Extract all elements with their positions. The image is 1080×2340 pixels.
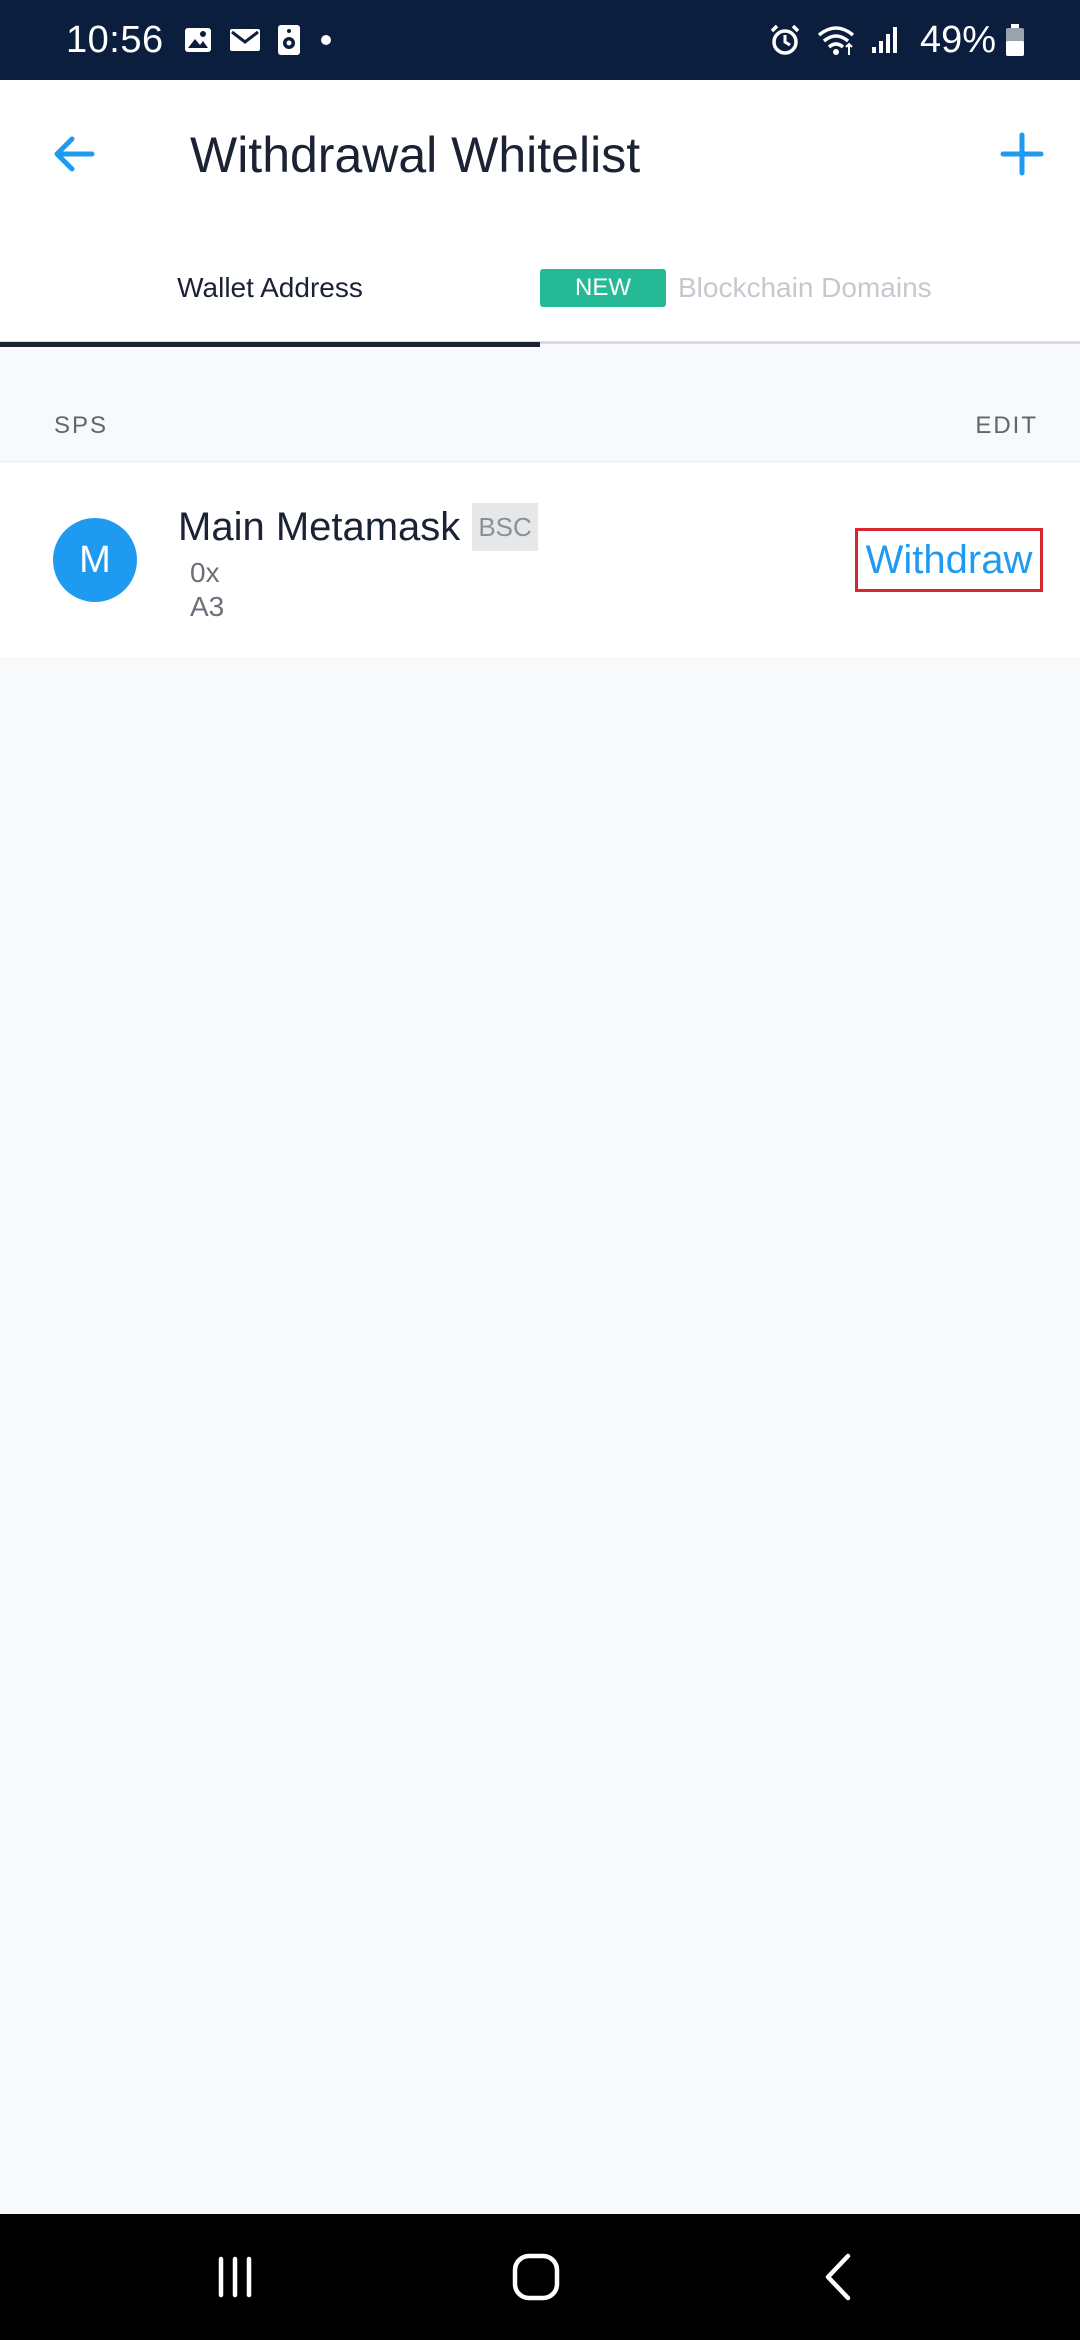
- alarm-icon: [768, 23, 802, 57]
- arrow-left-icon: [54, 136, 95, 172]
- address-name: Main Metamask: [178, 504, 461, 549]
- page-title: Withdrawal Whitelist: [190, 127, 641, 183]
- back-button[interactable]: [44, 124, 104, 184]
- address-name-row: Main Metamask BSC: [178, 503, 538, 551]
- section-title: SPS: [54, 411, 109, 439]
- tab-blockchain-domains[interactable]: NEW Blockchain Domains: [540, 232, 1080, 344]
- battery-percent: 49%: [919, 18, 996, 61]
- battery-icon: [1004, 23, 1026, 57]
- status-bar: 10:56 49%: [0, 0, 1080, 80]
- wifi-icon: [816, 24, 856, 56]
- add-address-button[interactable]: [992, 124, 1052, 184]
- section-header: SPS EDIT: [0, 390, 1080, 462]
- list-item: M Main Metamask BSC 0x A3 Withdraw: [0, 463, 1080, 657]
- withdraw-button[interactable]: Withdraw: [855, 528, 1043, 592]
- active-tab-indicator: [0, 342, 540, 347]
- address-line-1: 0x: [190, 557, 220, 588]
- tab-blockchain-domains-label: Blockchain Domains: [678, 272, 932, 303]
- system-nav-bar: [0, 2214, 1080, 2340]
- status-bar-right: 49%: [768, 19, 1040, 62]
- signal-icon: [870, 25, 900, 55]
- app-bar: Withdrawal Whitelist: [0, 80, 1080, 232]
- nav-back-button[interactable]: [810, 2247, 870, 2307]
- tab-wallet-address[interactable]: Wallet Address: [0, 232, 540, 347]
- mail-icon: [228, 25, 262, 55]
- gallery-icon: [182, 24, 214, 56]
- speaker-icon: [276, 23, 302, 57]
- new-badge: NEW: [540, 269, 666, 307]
- back-icon: [825, 2253, 851, 2301]
- home-icon: [512, 2253, 560, 2301]
- recent-apps-button[interactable]: [205, 2247, 265, 2307]
- network-badge: BSC: [472, 503, 538, 551]
- dot-icon: [316, 30, 336, 50]
- status-time: 10:56: [66, 18, 164, 61]
- avatar: M: [53, 518, 137, 602]
- plus-icon: [1000, 132, 1044, 176]
- tab-bar: Wallet Address NEW Blockchain Domains: [0, 232, 1080, 347]
- recent-apps-icon: [218, 2256, 252, 2298]
- address-line-2: A3: [190, 591, 225, 622]
- edit-button[interactable]: EDIT: [975, 412, 1038, 440]
- screen: 10:56 49% Withdrawal Whitelist Wallet Ad…: [0, 0, 1080, 2340]
- status-bar-left: 10:56: [66, 19, 350, 62]
- home-button[interactable]: [506, 2247, 566, 2307]
- tab-wallet-address-label: Wallet Address: [177, 272, 363, 303]
